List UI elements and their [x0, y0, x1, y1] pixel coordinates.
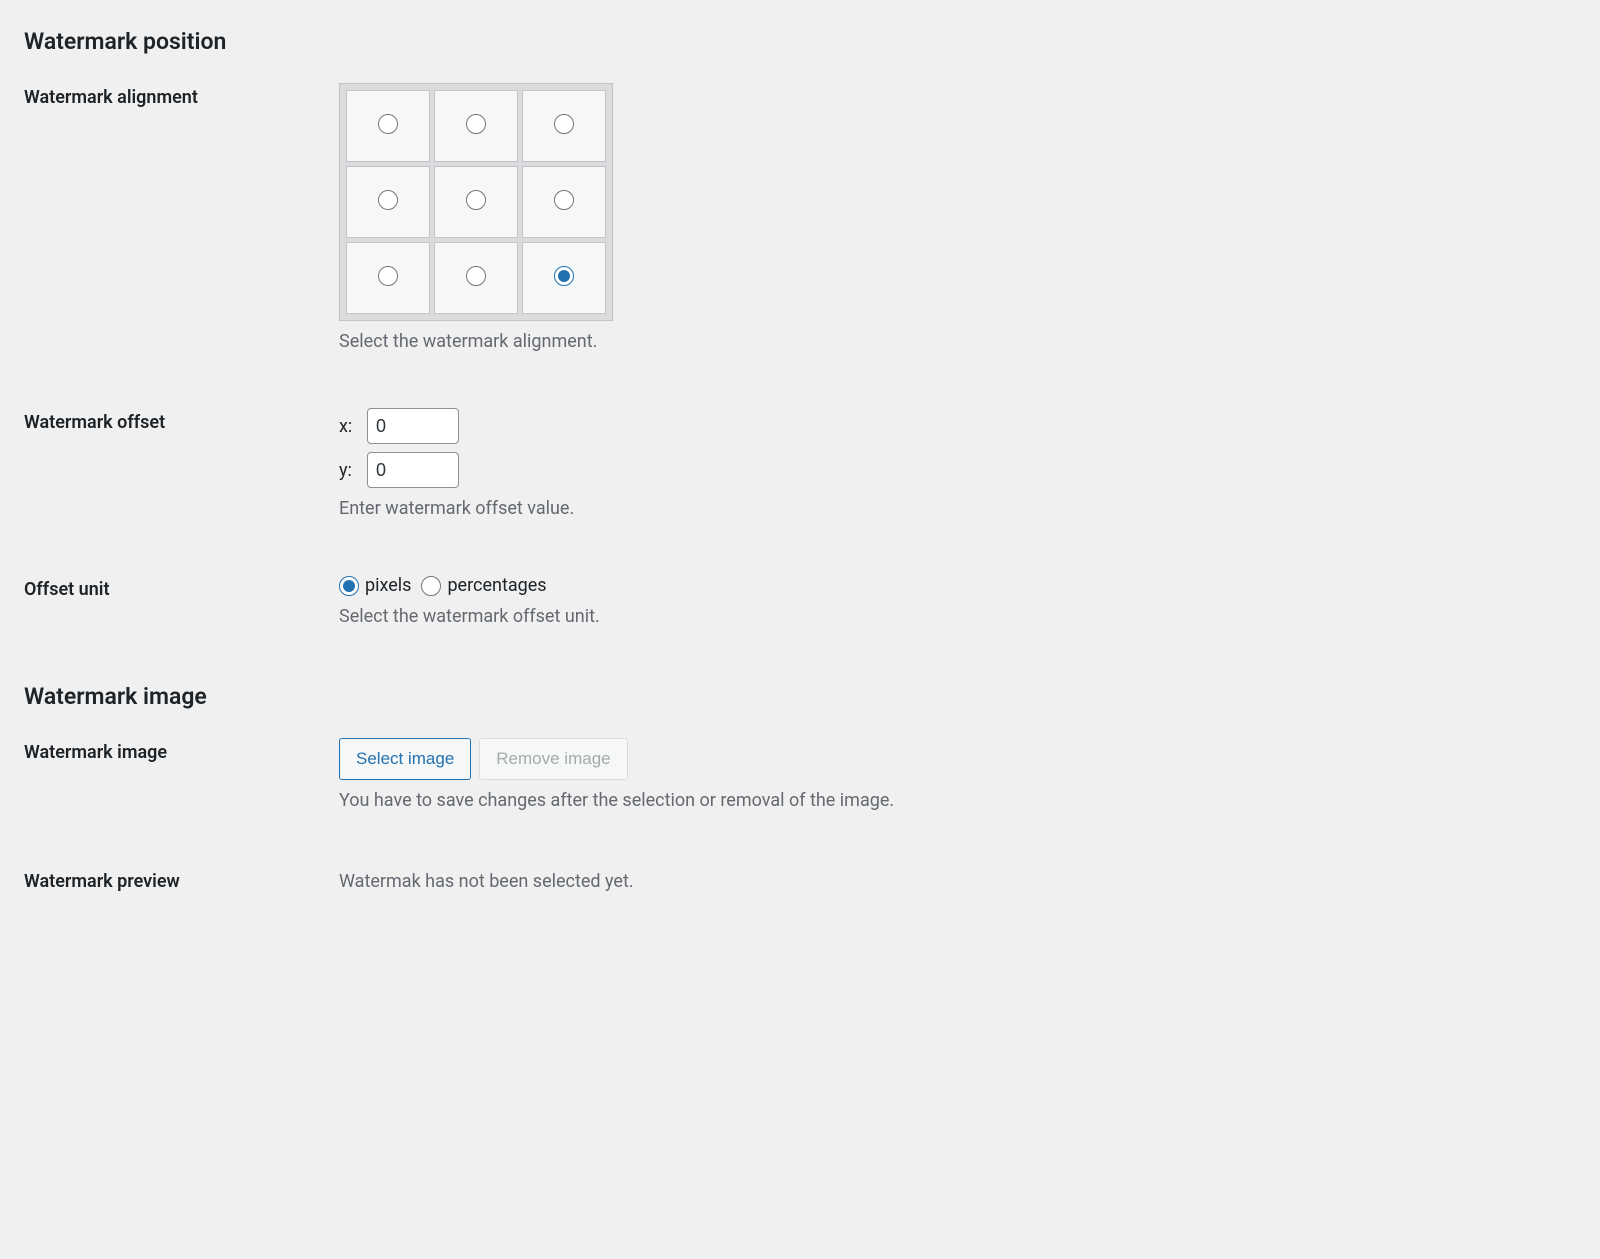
offset-label: Watermark offset: [24, 408, 339, 433]
alignment-top-center[interactable]: [466, 114, 486, 134]
watermark-image-description: You have to save changes after the selec…: [339, 790, 1576, 811]
offset-x-label: x:: [339, 416, 359, 437]
offset-unit-description: Select the watermark offset unit.: [339, 606, 1576, 627]
offset-unit-pixels-radio[interactable]: [339, 576, 359, 596]
select-image-button[interactable]: Select image: [339, 738, 471, 780]
section-heading-image: Watermark image: [24, 683, 1576, 710]
alignment-middle-right[interactable]: [554, 190, 574, 210]
remove-image-button[interactable]: Remove image: [479, 738, 627, 780]
offset-y-label: y:: [339, 460, 359, 481]
offset-unit-percentages-label[interactable]: percentages: [421, 575, 546, 596]
offset-unit-percentages-radio[interactable]: [421, 576, 441, 596]
offset-description: Enter watermark offset value.: [339, 498, 1576, 519]
alignment-bottom-left[interactable]: [378, 266, 398, 286]
alignment-middle-center[interactable]: [466, 190, 486, 210]
alignment-bottom-right[interactable]: [554, 266, 574, 286]
alignment-grid: [339, 83, 613, 321]
offset-y-input[interactable]: [367, 452, 459, 488]
offset-unit-pixels-text: pixels: [365, 575, 411, 596]
offset-unit-pixels-label[interactable]: pixels: [339, 575, 411, 596]
alignment-middle-left[interactable]: [378, 190, 398, 210]
alignment-top-right[interactable]: [554, 114, 574, 134]
offset-x-input[interactable]: [367, 408, 459, 444]
alignment-label: Watermark alignment: [24, 83, 339, 108]
alignment-description: Select the watermark alignment.: [339, 331, 1576, 352]
preview-label: Watermark preview: [24, 867, 339, 892]
offset-unit-percentages-text: percentages: [447, 575, 546, 596]
offset-unit-label: Offset unit: [24, 575, 339, 600]
alignment-bottom-center[interactable]: [466, 266, 486, 286]
alignment-top-left[interactable]: [378, 114, 398, 134]
preview-message: Watermak has not been selected yet.: [339, 871, 1576, 892]
watermark-image-label: Watermark image: [24, 738, 339, 763]
section-heading-position: Watermark position: [24, 28, 1576, 55]
